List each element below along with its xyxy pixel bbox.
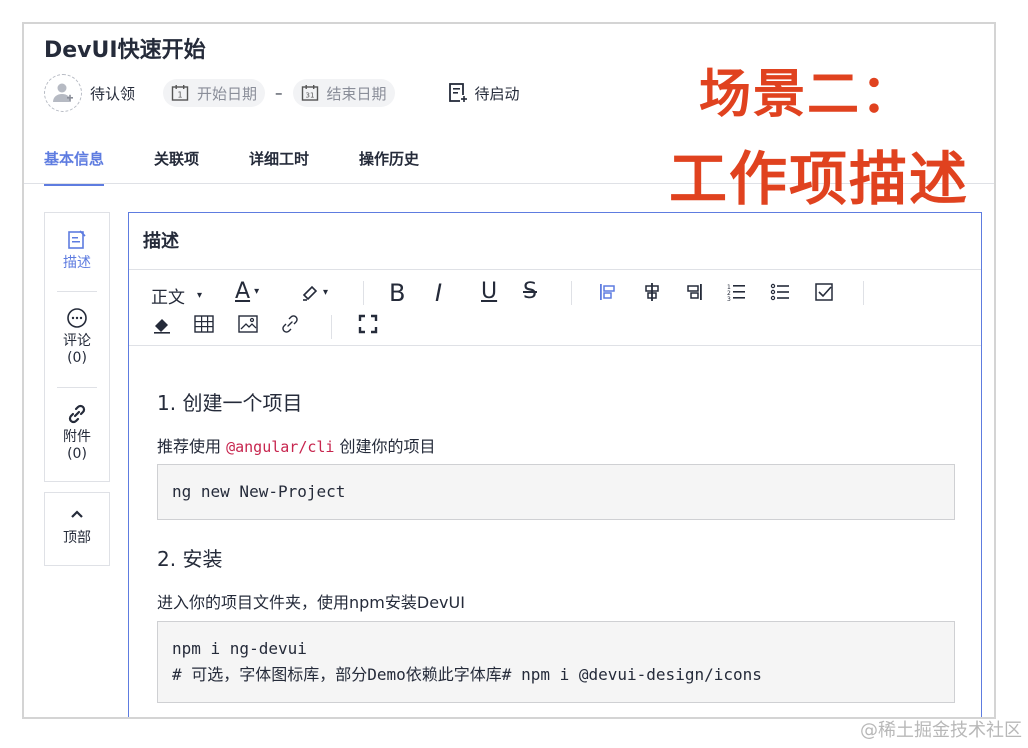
- highlight-dropdown[interactable]: ▾: [299, 281, 328, 303]
- ordered-list-icon: 1 2 3: [727, 284, 745, 303]
- work-item-title[interactable]: DevUI快速开始: [44, 32, 206, 64]
- chevron-down-icon: ▾: [323, 286, 329, 298]
- fullscreen-button[interactable]: [357, 313, 379, 335]
- side-nav-description[interactable]: 描述: [45, 229, 109, 272]
- toolbar-separator: [363, 281, 364, 305]
- toolbar-separator: [571, 281, 572, 305]
- align-right-icon: [687, 284, 702, 300]
- inline-code: @angular/cli: [226, 438, 335, 456]
- scenario-overlay-line1: 场景二：: [699, 65, 916, 125]
- ordered-list-button[interactable]: 1 2 3: [725, 281, 747, 303]
- end-date-placeholder: 结束日期: [326, 84, 387, 103]
- start-date-picker[interactable]: 1 开始日期: [163, 79, 266, 107]
- bold-button[interactable]: B: [389, 279, 405, 307]
- meta-row: 待认领 1 开始日期 – 31 结束日期 待启动: [44, 72, 520, 114]
- side-nav-attachments-count: (0): [67, 446, 87, 462]
- editor-panel-title: 描述: [143, 231, 179, 252]
- code-line: ng new New-Project: [172, 482, 346, 501]
- chevron-down-icon: ▾: [197, 290, 203, 301]
- edit-doc-icon: [68, 230, 86, 249]
- eraser-icon: [154, 319, 170, 334]
- strikethrough-button[interactable]: S: [523, 279, 537, 304]
- code-line: # 可选，字体图标库，部分Demo依赖此字体库# npm i @devui-de…: [172, 665, 762, 684]
- date-separator: –: [275, 84, 283, 102]
- text-format-label: 正文: [151, 288, 185, 308]
- chevron-up-icon: [71, 510, 83, 518]
- status-selector[interactable]: 待启动: [447, 82, 520, 104]
- side-nav: 描述 评论 (0) 附件 (0): [44, 212, 110, 482]
- link-button[interactable]: [279, 313, 301, 335]
- underline-button[interactable]: U: [481, 279, 497, 304]
- image-icon: [238, 315, 258, 333]
- heading-install: 2. 安装: [157, 547, 223, 571]
- scenario-overlay-line2: 工作项描述: [669, 145, 970, 213]
- task-list-button[interactable]: [813, 281, 835, 303]
- assignee-avatar[interactable]: [44, 74, 82, 112]
- image-button[interactable]: [237, 313, 259, 335]
- side-nav-comments[interactable]: 评论 (0): [45, 307, 109, 367]
- status-icon: [448, 83, 468, 103]
- side-nav-description-label: 描述: [63, 255, 91, 271]
- paragraph-text: 推荐使用: [157, 437, 227, 456]
- work-item-window: DevUI快速开始 待认领 1 开始日期 – 31 结束日期 待启动 基本信息 …: [22, 22, 996, 719]
- code-block-install: npm i ng-devui # 可选，字体图标库，部分Demo依赖此字体库# n…: [157, 621, 955, 703]
- user-add-icon: [53, 83, 73, 102]
- font-color-label: A: [235, 279, 251, 304]
- start-date-placeholder: 开始日期: [197, 84, 258, 103]
- side-nav-attachments-label: 附件: [63, 429, 91, 445]
- calendar-icon: 31: [301, 85, 318, 101]
- align-left-icon: [600, 284, 615, 300]
- toolbar-divider: [129, 345, 981, 346]
- code-block-create: ng new New-Project: [157, 464, 955, 520]
- clear-format-button[interactable]: [151, 313, 173, 335]
- tab-basic-info[interactable]: 基本信息: [44, 140, 105, 186]
- align-left-button[interactable]: [597, 281, 619, 303]
- fullscreen-icon: [358, 314, 378, 334]
- code-line: npm i ng-devui: [172, 639, 307, 658]
- comment-icon: [67, 308, 87, 328]
- toolbar-separator: [331, 315, 332, 339]
- checkbox-icon: [815, 283, 833, 301]
- tab-related-items[interactable]: 关联项: [154, 140, 199, 184]
- side-nav-divider: [57, 387, 97, 388]
- paragraph-text: 创建你的项目: [334, 437, 436, 456]
- bullet-list-button[interactable]: [769, 281, 791, 303]
- align-center-icon: [645, 283, 659, 301]
- paragraph-create-project: 推荐使用 @angular/cli 创建你的项目: [157, 433, 436, 457]
- calendar-icon: 1: [171, 85, 189, 101]
- tab-bar: 基本信息 关联项 详细工时 操作历史: [44, 140, 469, 186]
- align-center-button[interactable]: [641, 281, 663, 303]
- bullet-list-icon: [770, 283, 789, 301]
- toolbar-separator: [863, 281, 864, 305]
- table-icon: [194, 315, 214, 333]
- align-right-button[interactable]: [683, 281, 705, 303]
- highlighter-icon: [302, 285, 318, 301]
- chevron-down-icon: ▾: [254, 286, 260, 297]
- link-icon: [282, 315, 298, 333]
- svg-text:31: 31: [305, 92, 314, 100]
- watermark: @稀土掘金技术社区: [860, 720, 1022, 741]
- panel-title-divider: [129, 269, 981, 270]
- italic-button[interactable]: I: [435, 279, 442, 307]
- side-nav-attachments[interactable]: 附件 (0): [45, 403, 109, 463]
- font-color-dropdown[interactable]: A ▾: [235, 279, 259, 304]
- assignee-label[interactable]: 待认领: [90, 83, 135, 104]
- paragraph-install: 进入你的项目文件夹，使用npm安装DevUI: [157, 593, 465, 612]
- svg-text:3: 3: [727, 296, 731, 303]
- back-to-top-label: 顶部: [63, 530, 91, 546]
- svg-text:1: 1: [177, 91, 182, 100]
- table-button[interactable]: [193, 313, 215, 335]
- back-to-top-button[interactable]: 顶部: [44, 492, 110, 566]
- tab-detailed-hours[interactable]: 详细工时: [249, 140, 309, 184]
- description-editor: 描述 正文 ▾ A ▾ ▾ B I U S 1 2 3 1. 创建一个项目 推荐…: [128, 212, 982, 717]
- side-nav-comments-count: (0): [67, 350, 87, 366]
- text-format-dropdown[interactable]: 正文 ▾: [151, 283, 202, 308]
- side-nav-divider: [57, 291, 97, 292]
- side-nav-comments-label: 评论: [63, 333, 91, 349]
- link-icon: [68, 404, 86, 424]
- end-date-picker[interactable]: 31 结束日期: [292, 79, 395, 107]
- heading-create-project: 1. 创建一个项目: [157, 391, 303, 415]
- tab-history[interactable]: 操作历史: [359, 140, 419, 184]
- status-label: 待启动: [474, 84, 520, 103]
